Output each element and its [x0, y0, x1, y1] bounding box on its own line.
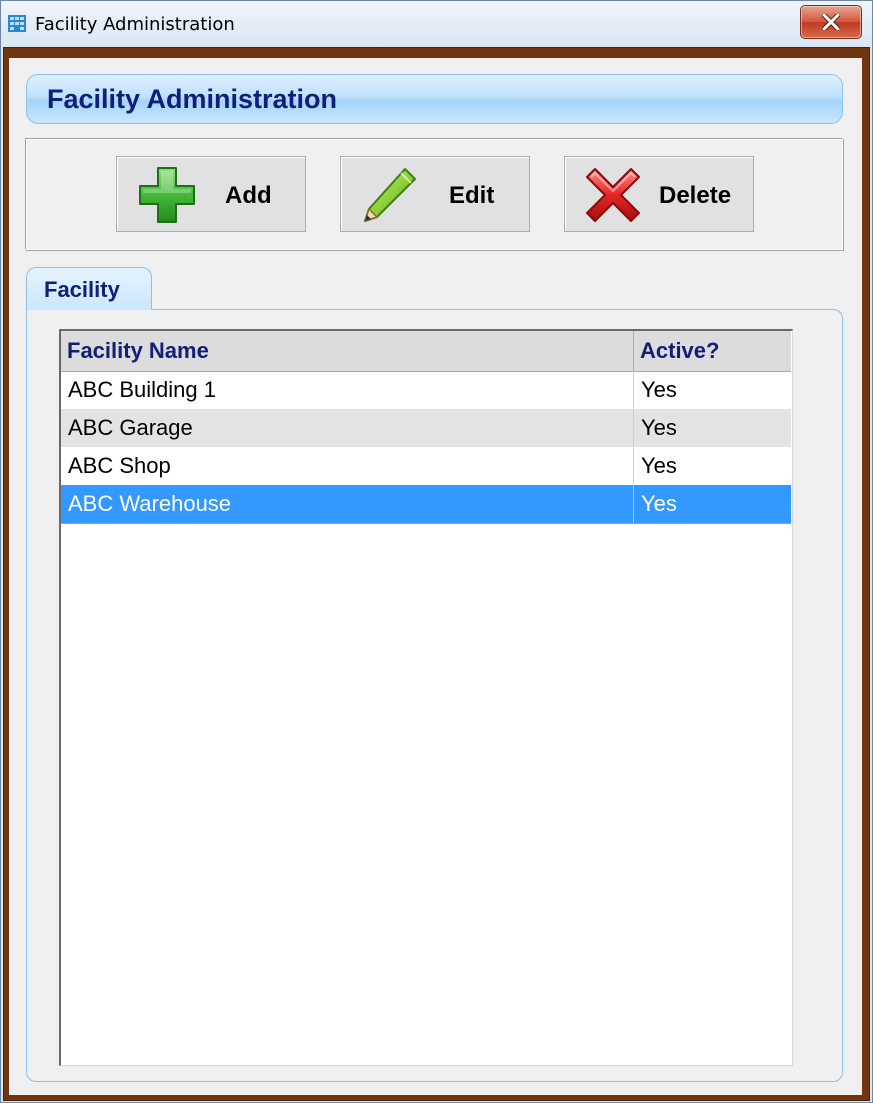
window-title: Facility Administration [35, 14, 235, 35]
table-row-selected[interactable]: ABC Warehouse Yes [61, 485, 791, 523]
add-button[interactable]: Add [116, 156, 306, 232]
active-cell: Yes [641, 377, 677, 402]
edit-button[interactable]: Edit [340, 156, 530, 232]
grid-header: Facility Name Active? [61, 331, 791, 372]
plus-icon [137, 165, 197, 225]
tab-facility-label: Facility [44, 277, 120, 302]
add-label: Add [225, 182, 272, 209]
column-header-active[interactable]: Active? [634, 331, 791, 371]
facility-name-cell: ABC Warehouse [61, 485, 634, 523]
active-cell: Yes [641, 491, 677, 516]
close-icon [822, 14, 840, 30]
rows-divider [61, 523, 791, 524]
facility-name-cell: ABC Shop [61, 447, 634, 485]
building-icon [8, 15, 26, 32]
x-icon [581, 163, 645, 227]
column-header-facility-name[interactable]: Facility Name [61, 331, 634, 371]
close-button[interactable] [800, 5, 862, 39]
facility-name-cell: ABC Garage [61, 409, 634, 447]
table-row[interactable]: ABC Building 1 Yes [61, 371, 791, 409]
edit-label: Edit [449, 182, 495, 209]
facility-admin-window: Facility Administration Facility Adminis… [0, 0, 873, 1103]
page-title: Facility Administration [47, 84, 338, 114]
facility-grid[interactable]: Facility Name Active? ABC Building 1 Yes… [59, 329, 793, 1066]
table-row[interactable]: ABC Garage Yes [61, 409, 791, 447]
title-bar[interactable]: Facility Administration [1, 1, 872, 47]
delete-button[interactable]: Delete [564, 156, 754, 232]
active-cell: Yes [641, 453, 677, 478]
table-row[interactable]: ABC Shop Yes [61, 447, 791, 485]
facility-name-cell: ABC Building 1 [61, 371, 634, 409]
active-cell: Yes [641, 415, 677, 440]
pencil-icon [357, 163, 421, 227]
delete-label: Delete [659, 182, 732, 209]
tab-facility[interactable]: Facility [26, 267, 152, 310]
